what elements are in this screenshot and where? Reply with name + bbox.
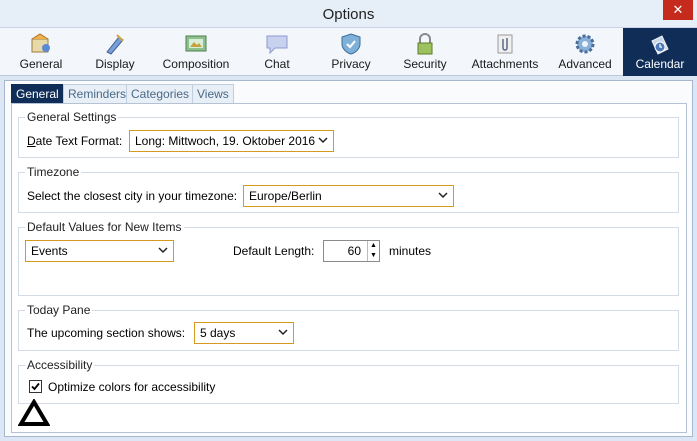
category-label: Security: [403, 57, 447, 71]
category-toolbar: General Display Composition Chat Privacy: [0, 28, 697, 76]
close-button[interactable]: ✕: [663, 0, 693, 20]
general-icon: [31, 33, 50, 53]
general-settings-title: General Settings: [25, 110, 119, 124]
category-calendar[interactable]: Calendar: [623, 28, 697, 76]
accessibility-title: Accessibility: [25, 358, 95, 372]
chevron-down-icon: [318, 137, 328, 144]
today-pane-title: Today Pane: [25, 303, 93, 317]
timezone-select[interactable]: Europe/Berlin: [243, 185, 454, 207]
timezone-value: Europe/Berlin: [249, 189, 322, 203]
attachments-icon: [497, 34, 513, 54]
category-label: Attachments: [471, 57, 539, 71]
category-chat[interactable]: Chat: [244, 28, 310, 76]
date-format-label-text: ate Text Format:: [35, 134, 123, 148]
category-label: Privacy: [331, 57, 371, 71]
category-attachments[interactable]: Attachments: [466, 28, 544, 76]
category-label: General: [19, 57, 63, 71]
stepper-up-icon[interactable]: ▲: [367, 241, 379, 251]
default-type-value: Events: [31, 244, 68, 258]
category-advanced[interactable]: Advanced: [552, 28, 618, 76]
timezone-title: Timezone: [25, 165, 82, 179]
window-title: Options: [322, 6, 375, 23]
category-general[interactable]: General: [6, 28, 76, 76]
tab-categories[interactable]: Categories: [126, 84, 195, 103]
privacy-icon: [341, 33, 361, 55]
title-bar: Options ✕: [0, 0, 697, 28]
default-values-title: Default Values for New Items: [25, 220, 184, 234]
advanced-icon: [575, 34, 595, 54]
chevron-down-icon: [158, 247, 168, 254]
security-icon: [417, 33, 433, 55]
composition-icon: [185, 35, 207, 52]
date-format-value: Long: Mittwoch, 19. Oktober 2016: [135, 134, 316, 148]
tab-reminders[interactable]: Reminders: [63, 84, 132, 103]
tab-views[interactable]: Views: [192, 84, 234, 103]
upcoming-section-label: The upcoming section shows:: [27, 326, 186, 340]
upcoming-section-select[interactable]: 5 days: [194, 322, 294, 344]
default-length-stepper[interactable]: 60 ▲ ▼: [323, 240, 380, 262]
category-label: Chat: [264, 57, 290, 71]
tab-general[interactable]: General: [11, 84, 64, 103]
timezone-label: Select the closest city in your timezone…: [27, 189, 238, 203]
checkmark-icon: [31, 382, 40, 391]
accessibility-checkbox-label[interactable]: Optimize colors for accessibility: [48, 380, 215, 394]
category-label: Display: [95, 57, 135, 71]
category-privacy[interactable]: Privacy: [318, 28, 384, 76]
category-label: Calendar: [635, 57, 685, 71]
default-length-value: 60: [347, 244, 361, 258]
calendar-icon: [651, 35, 669, 55]
chevron-down-icon: [438, 192, 448, 199]
category-display[interactable]: Display: [82, 28, 148, 76]
stepper-down-icon[interactable]: ▼: [367, 251, 379, 261]
chevron-down-icon: [278, 329, 288, 336]
date-format-label: Date Text Format:: [27, 134, 123, 148]
default-length-unit: minutes: [389, 244, 432, 258]
category-label: Advanced: [558, 57, 612, 71]
default-type-select[interactable]: Events: [25, 240, 174, 262]
upcoming-section-value: 5 days: [200, 326, 236, 340]
category-composition[interactable]: Composition: [156, 28, 236, 76]
display-icon: [106, 34, 124, 55]
category-label: Composition: [162, 57, 230, 71]
date-format-select[interactable]: Long: Mittwoch, 19. Oktober 2016: [129, 130, 334, 152]
chat-icon: [266, 35, 288, 55]
accessibility-checkbox[interactable]: [29, 380, 42, 393]
category-security[interactable]: Security: [392, 28, 458, 76]
warning-triangle-icon: [18, 399, 50, 426]
default-length-label: Default Length:: [233, 244, 315, 258]
